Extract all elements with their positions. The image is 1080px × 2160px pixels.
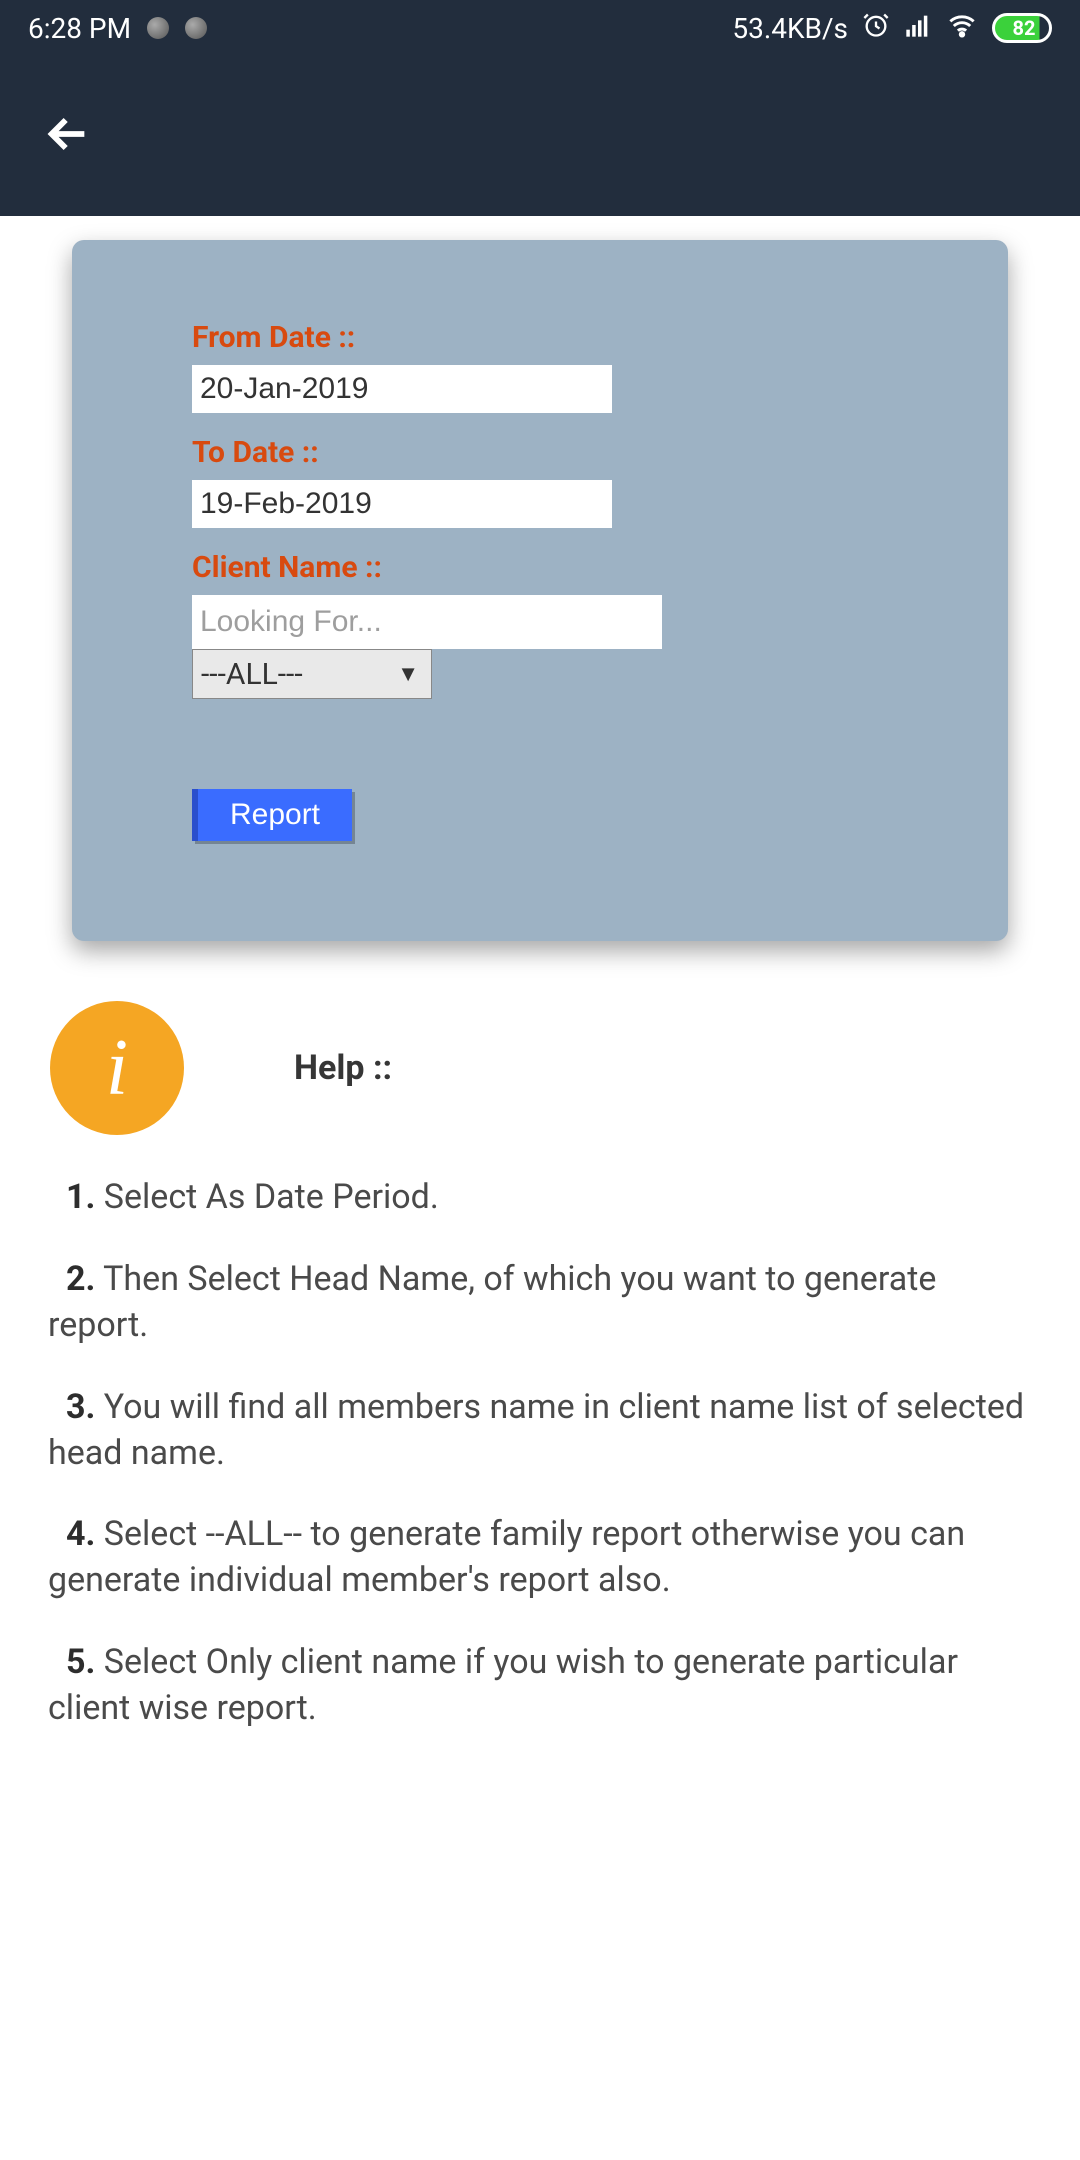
status-time: 6:28 PM xyxy=(28,12,131,45)
help-instructions: 1. Select As Date Period. 2. Then Select… xyxy=(48,1175,1032,1732)
chevron-down-icon: ▼ xyxy=(397,661,419,687)
report-filter-card: From Date :: To Date :: Client Name :: -… xyxy=(72,240,1008,941)
to-date-label: To Date :: xyxy=(192,435,888,470)
back-arrow-icon[interactable] xyxy=(40,106,96,166)
info-icon: i xyxy=(50,1001,184,1135)
help-item: 4. Select --ALL-- to generate family rep… xyxy=(48,1512,1032,1604)
client-select-value: ---ALL--- xyxy=(201,657,303,692)
client-name-label: Client Name :: xyxy=(192,550,888,585)
alarm-icon xyxy=(862,11,890,46)
client-select[interactable]: ---ALL--- ▼ xyxy=(192,649,432,699)
help-item: 5. Select Only client name if you wish t… xyxy=(48,1640,1032,1732)
from-date-label: From Date :: xyxy=(192,320,888,355)
help-item: 2. Then Select Head Name, of which you w… xyxy=(48,1257,1032,1349)
signal-icon xyxy=(904,11,932,46)
status-dot-icon xyxy=(147,17,169,39)
app-bar xyxy=(0,56,1080,216)
help-item: 3. You will find all members name in cli… xyxy=(48,1385,1032,1477)
help-header: i Help :: xyxy=(50,1001,1080,1135)
report-button[interactable]: Report xyxy=(192,789,352,841)
battery-icon: 82 xyxy=(992,13,1052,43)
wifi-icon xyxy=(946,11,978,46)
network-speed: 53.4KB/s xyxy=(732,12,848,45)
help-item: 1. Select As Date Period. xyxy=(48,1175,1032,1221)
to-date-input[interactable] xyxy=(192,480,612,528)
from-date-input[interactable] xyxy=(192,365,612,413)
status-bar: 6:28 PM 53.4KB/s 82 xyxy=(0,0,1080,56)
client-name-input[interactable] xyxy=(192,595,662,649)
help-title: Help :: xyxy=(294,1048,392,1088)
status-dot-icon xyxy=(185,17,207,39)
